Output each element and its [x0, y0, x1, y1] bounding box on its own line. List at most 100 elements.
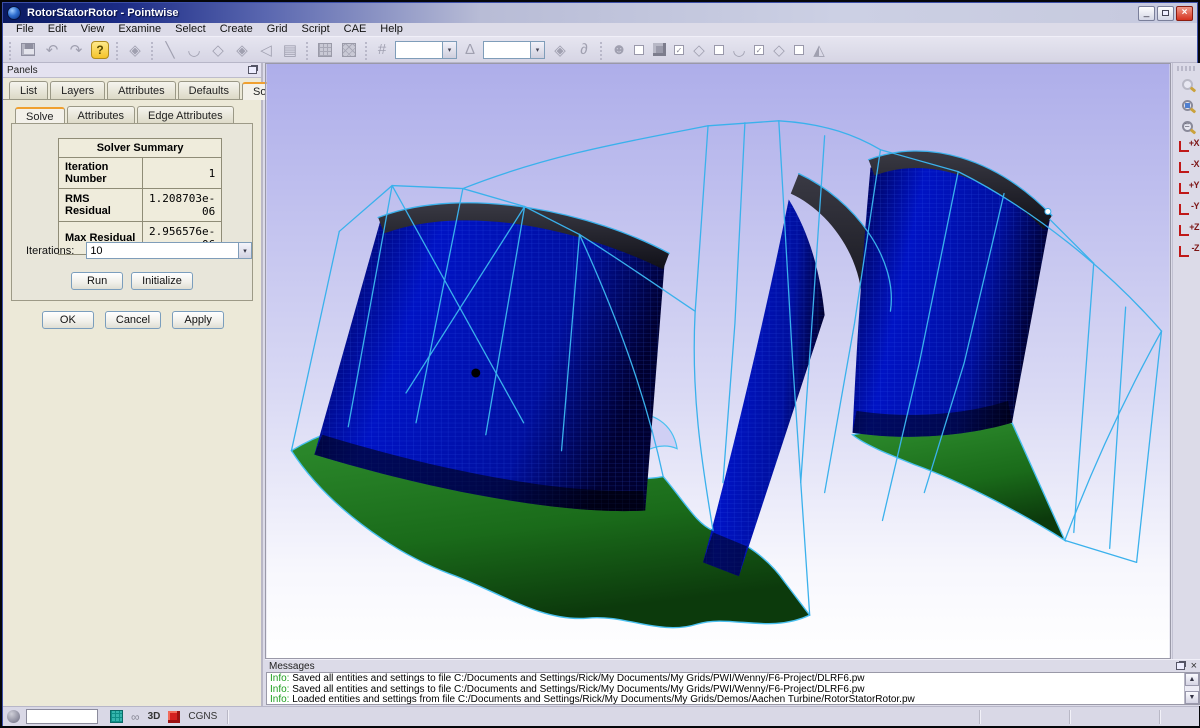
panel-float-icon[interactable]: [248, 66, 257, 74]
spacing-combo[interactable]: ▾: [483, 41, 545, 59]
initialize-button[interactable]: Initialize: [131, 272, 193, 290]
show-annotations-button[interactable]: ◭: [808, 39, 830, 61]
close-button[interactable]: ×: [1176, 6, 1193, 21]
tab-layers[interactable]: Layers: [50, 81, 105, 99]
restore-button[interactable]: [1157, 6, 1174, 21]
messages-header[interactable]: Messages ×: [265, 659, 1200, 672]
menu-cae[interactable]: CAE: [337, 23, 374, 36]
scroll-down-icon[interactable]: ▼: [1185, 691, 1199, 704]
show-blocks-checkbox[interactable]: ✓: [674, 45, 684, 55]
iterations-spinner-icon[interactable]: ▾: [238, 243, 251, 258]
menu-script[interactable]: Script: [295, 23, 337, 36]
create-domain-button[interactable]: ◇: [207, 39, 229, 61]
menu-help[interactable]: Help: [373, 23, 410, 36]
title-bar[interactable]: RotorStatorRotor - Pointwise _ ×: [3, 3, 1197, 23]
create-extrusion-button[interactable]: ◁: [255, 39, 277, 61]
help-button[interactable]: ?: [89, 39, 111, 61]
menu-select[interactable]: Select: [168, 23, 213, 36]
show-database-checkbox[interactable]: [634, 45, 644, 55]
menu-grid[interactable]: Grid: [260, 23, 295, 36]
create-block-button[interactable]: ▤: [279, 39, 301, 61]
ok-button[interactable]: OK: [42, 311, 94, 329]
highlight-point[interactable]: [1045, 209, 1051, 215]
messages-log[interactable]: Info: Saved all entities and settings to…: [266, 672, 1200, 705]
show-database-button[interactable]: ☻: [608, 39, 630, 61]
tab-defaults[interactable]: Defaults: [178, 81, 240, 99]
toolbar-grip[interactable]: [115, 40, 120, 60]
toolbar-grip[interactable]: [599, 40, 604, 60]
unstructured-grid-button[interactable]: [338, 39, 360, 61]
iterations-input[interactable]: [87, 245, 238, 257]
structured-grid-button[interactable]: [314, 39, 336, 61]
menu-view[interactable]: View: [74, 23, 112, 36]
zoom-icon: [1182, 79, 1193, 90]
layer-assign-button[interactable]: ◈: [124, 39, 146, 61]
toolbar-grip[interactable]: [1177, 66, 1197, 71]
zoom-box-icon: [1182, 100, 1193, 111]
toolbar-grip[interactable]: [150, 40, 155, 60]
create-curve-button[interactable]: ◡: [183, 39, 205, 61]
show-domains-checkbox[interactable]: [714, 45, 724, 55]
messages-close-icon[interactable]: ×: [1191, 661, 1197, 671]
tab-list[interactable]: List: [9, 81, 48, 99]
view-minus-z-button[interactable]: -Z: [1175, 242, 1199, 263]
cancel-button[interactable]: Cancel: [105, 311, 161, 329]
messages-float-icon[interactable]: [1176, 662, 1185, 670]
block-cube-icon: [653, 43, 666, 56]
menu-edit[interactable]: Edit: [41, 23, 74, 36]
status-separator: [227, 710, 228, 724]
toolbar-grip[interactable]: [364, 40, 369, 60]
messages-scrollbar[interactable]: ▲ ▼: [1184, 673, 1199, 704]
spacing-combo-dropdown-icon[interactable]: ▾: [530, 42, 544, 58]
zoom-button[interactable]: [1176, 74, 1198, 95]
undo-button[interactable]: ↶: [41, 39, 63, 61]
menu-create[interactable]: Create: [213, 23, 260, 36]
run-button[interactable]: Run: [71, 272, 123, 290]
dimension-combo[interactable]: ▾: [395, 41, 457, 59]
tab-attributes[interactable]: Attributes: [107, 81, 175, 99]
main-toolbar: ↶ ↷ ? ◈ ╲ ◡ ◇ ◈ ◁ ▤ # ▾ Δ ▾ ◈ ∂ ☻ ✓ ◇: [3, 36, 1197, 63]
dimension-button[interactable]: #: [373, 39, 391, 61]
panels-title: Panels: [7, 65, 38, 76]
view-minus-y-button[interactable]: -Y: [1175, 200, 1199, 221]
viewport-3d[interactable]: [265, 63, 1171, 659]
menu-file[interactable]: File: [9, 23, 41, 36]
scroll-up-icon[interactable]: ▲: [1185, 673, 1199, 686]
create-unstructured-domain-button[interactable]: ◈: [231, 39, 253, 61]
zoom-extents-button[interactable]: [1176, 116, 1198, 137]
toolbar-grip[interactable]: [305, 40, 310, 60]
show-connectors-button[interactable]: ◡: [728, 39, 750, 61]
create-connector-button[interactable]: ╲: [159, 39, 181, 61]
redo-button[interactable]: ↷: [65, 39, 87, 61]
show-domains-button[interactable]: ◇: [688, 39, 710, 61]
minimize-button[interactable]: _: [1138, 6, 1155, 21]
dimension-combo-dropdown-icon[interactable]: ▾: [442, 42, 456, 58]
derivative-button[interactable]: ∂: [573, 39, 595, 61]
show-spacings-checkbox[interactable]: [794, 45, 804, 55]
initialize-tool-button[interactable]: ◈: [549, 39, 571, 61]
panels-header[interactable]: Panels: [3, 63, 261, 78]
apply-button[interactable]: Apply: [172, 311, 224, 329]
view-minus-x-button[interactable]: -X: [1175, 158, 1199, 179]
menu-examine[interactable]: Examine: [111, 23, 168, 36]
show-spacings-button[interactable]: ◇: [768, 39, 790, 61]
iterations-label: Iterations:: [26, 245, 74, 257]
subtab-edge-attributes[interactable]: Edge Attributes: [137, 106, 234, 124]
link-icon: ∞: [131, 710, 140, 724]
zoom-box-button[interactable]: [1176, 95, 1198, 116]
show-blocks-button[interactable]: [648, 39, 670, 61]
iteration-number-label: Iteration Number: [59, 158, 143, 189]
toolbar-grip[interactable]: [8, 40, 13, 60]
save-button[interactable]: [17, 39, 39, 61]
view-plus-y-button[interactable]: +Y: [1175, 179, 1199, 200]
spacing-button[interactable]: Δ: [461, 39, 479, 61]
iterations-combo[interactable]: ▾: [86, 242, 252, 259]
axis-icon: [1179, 204, 1189, 215]
axis-icon: [1179, 162, 1189, 173]
subtab-attributes[interactable]: Attributes: [67, 106, 135, 124]
view-plus-x-button[interactable]: +X: [1175, 137, 1199, 158]
viewport-3d-scene[interactable]: [266, 64, 1170, 658]
show-connectors-checkbox[interactable]: ✓: [754, 45, 764, 55]
pick-point[interactable]: [471, 368, 480, 377]
view-plus-z-button[interactable]: +Z: [1175, 221, 1199, 242]
